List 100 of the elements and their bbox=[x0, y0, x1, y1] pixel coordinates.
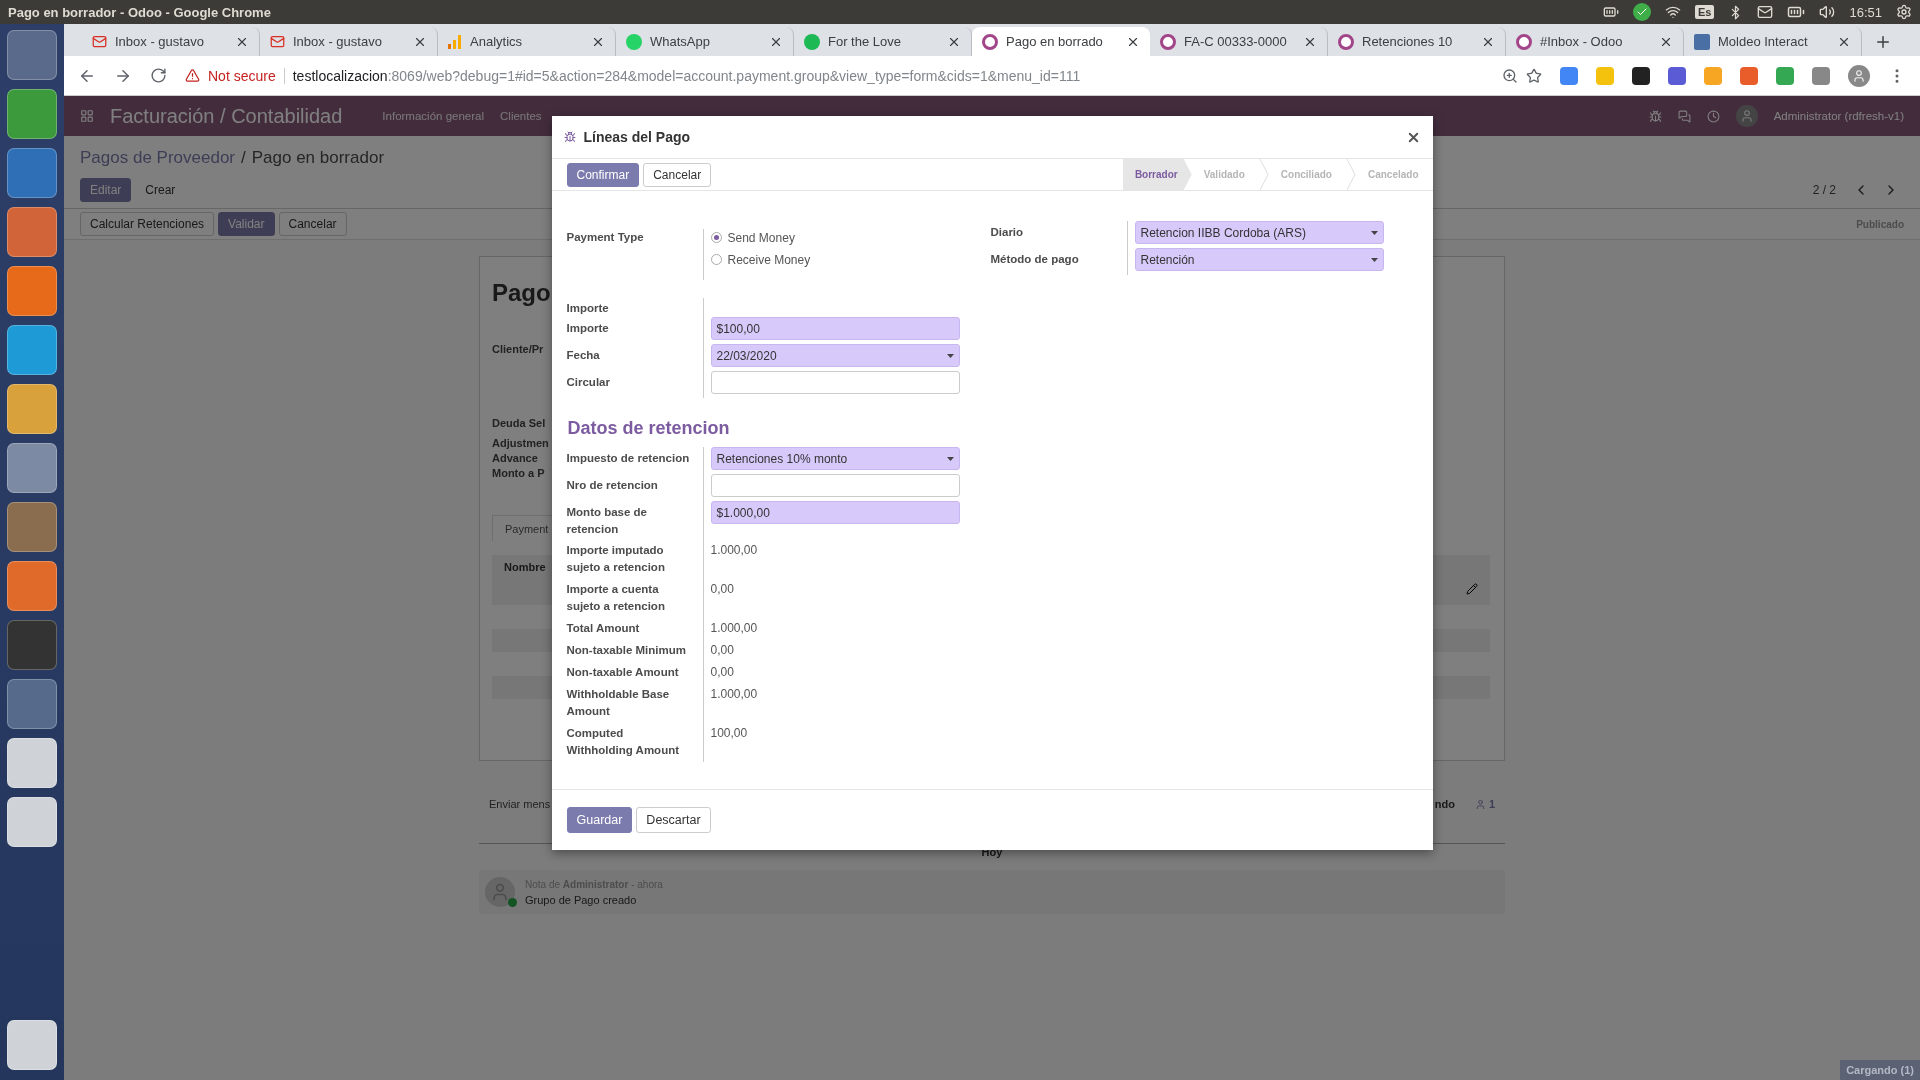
dialog-button[interactable]: Confirmar bbox=[566, 162, 640, 187]
page-icon bbox=[1694, 33, 1710, 50]
app-title: Facturación / Contabilidad bbox=[110, 104, 343, 128]
chat-icon[interactable] bbox=[1677, 109, 1691, 123]
select-field[interactable]: Retención bbox=[1134, 248, 1384, 271]
radio-label[interactable]: Receive Money bbox=[727, 252, 811, 267]
column-header: Nombre bbox=[504, 561, 546, 575]
clock-icon[interactable] bbox=[1706, 109, 1720, 123]
settings-icon[interactable] bbox=[1896, 4, 1912, 20]
avatar-icon bbox=[485, 877, 515, 907]
radio-button[interactable] bbox=[710, 254, 722, 265]
user-avatar-icon[interactable] bbox=[1735, 105, 1758, 127]
field-label: Total Amount bbox=[566, 621, 641, 636]
wifi-icon[interactable] bbox=[1665, 4, 1681, 20]
message-body: Grupo de Pago creado bbox=[525, 893, 638, 906]
field-value: 100,00 bbox=[710, 725, 749, 742]
select-field[interactable]: Retencion IIBB Cordoba (ARS) bbox=[1134, 221, 1384, 244]
group-heading: Importe bbox=[566, 301, 610, 316]
ring-icon bbox=[1160, 33, 1176, 50]
field-value: 0,00 bbox=[710, 642, 735, 659]
field-label: Deuda Sel bbox=[492, 417, 546, 429]
field-label: Computed Withholding Amount bbox=[566, 726, 681, 758]
field-label: Advance bbox=[492, 452, 538, 464]
input-field[interactable] bbox=[710, 371, 960, 394]
field-label: Monto base de retencion bbox=[566, 505, 648, 537]
field-label: Adjustmen bbox=[492, 437, 549, 449]
field-label: Importe imputado sujeto a retencion bbox=[566, 543, 666, 575]
caret-icon bbox=[1370, 230, 1378, 235]
dialog-button[interactable]: Guardar bbox=[566, 807, 633, 833]
caret-icon bbox=[946, 353, 954, 358]
mail-icon[interactable] bbox=[1757, 4, 1774, 20]
pencil-icon[interactable] bbox=[1466, 583, 1478, 595]
field-label: Circular bbox=[566, 375, 611, 390]
section-heading: Datos de retencion bbox=[567, 418, 731, 439]
reload-icon[interactable] bbox=[150, 67, 167, 84]
field-label: Impuesto de retencion bbox=[566, 451, 691, 466]
loading-indicator: Cargando (1) bbox=[1840, 1060, 1920, 1080]
field-label: Monto a P bbox=[492, 467, 545, 479]
record-title: Pago bbox=[492, 279, 552, 307]
music-icon bbox=[804, 33, 820, 50]
field-label: Método de pago bbox=[990, 252, 1080, 267]
send-message-link[interactable]: Enviar mens bbox=[489, 798, 551, 810]
dialog-button[interactable]: Descartar bbox=[636, 807, 711, 833]
security-label[interactable]: Not secure bbox=[208, 67, 276, 84]
field-label: Withholdable Base Amount bbox=[566, 687, 671, 719]
select-field[interactable]: 22/03/2020 bbox=[710, 344, 960, 367]
field-value: 0,00 bbox=[710, 581, 735, 598]
field-label: Non-taxable Minimum bbox=[566, 643, 687, 658]
dialog-button[interactable]: Cancelar bbox=[643, 162, 712, 187]
mail-icon bbox=[92, 34, 107, 49]
apps-menu-icon[interactable] bbox=[80, 109, 94, 123]
field-label: Payment Type bbox=[566, 230, 645, 245]
new-tab-icon[interactable] bbox=[1874, 33, 1892, 51]
zoom-icon[interactable] bbox=[1502, 67, 1518, 84]
radio-button[interactable] bbox=[710, 232, 722, 243]
input-field[interactable]: $1.000,00 bbox=[710, 501, 960, 524]
field-label: Diario bbox=[990, 225, 1025, 240]
extension-icon[interactable] bbox=[1632, 66, 1650, 85]
launcher-app-icon[interactable] bbox=[7, 620, 57, 670]
field-label: Nro de retencion bbox=[566, 478, 659, 493]
check-icon[interactable] bbox=[1633, 3, 1651, 21]
field-label: Non-taxable Amount bbox=[566, 665, 680, 680]
keyboard-layout-indicator[interactable]: Es bbox=[1695, 5, 1715, 19]
field-label: Importe bbox=[566, 321, 610, 336]
input-field[interactable]: $100,00 bbox=[710, 317, 960, 340]
mail-icon bbox=[270, 34, 285, 49]
follow-link[interactable]: ndo bbox=[1434, 798, 1455, 810]
field-value: 1.000,00 bbox=[710, 542, 759, 559]
profile-avatar-icon[interactable] bbox=[1848, 64, 1870, 87]
status-stage[interactable]: Borrador bbox=[1122, 159, 1192, 190]
bug-icon bbox=[563, 131, 576, 143]
ring-icon bbox=[1516, 33, 1532, 50]
ring-icon bbox=[982, 33, 998, 50]
dialog-title: Líneas del Pago bbox=[583, 129, 691, 145]
breadcrumb-separator: / bbox=[241, 148, 246, 168]
bookmark-star-icon[interactable] bbox=[1526, 67, 1542, 84]
field-value: 1.000,00 bbox=[710, 620, 759, 637]
field-label: Fecha bbox=[566, 348, 601, 363]
select-field[interactable]: Retenciones 10% monto bbox=[710, 447, 960, 470]
clock-text[interactable]: 16:51 bbox=[1849, 4, 1882, 20]
panel-button[interactable]: Crear bbox=[135, 178, 186, 202]
caret-icon bbox=[1370, 257, 1378, 262]
field-value: 0,00 bbox=[710, 664, 735, 681]
action-button[interactable]: Cancelar bbox=[278, 212, 347, 236]
field-label: Cliente/Pr bbox=[492, 343, 544, 355]
caret-icon bbox=[946, 456, 954, 461]
radio-label[interactable]: Send Money bbox=[727, 230, 795, 245]
bug-icon[interactable] bbox=[1648, 109, 1662, 123]
breadcrumb-current: Pago en borrador bbox=[251, 148, 385, 168]
field-label: Importe a cuenta sujeto a retencion bbox=[566, 582, 666, 614]
url-text[interactable]: testlocalizacion:8069/web?debug=1#id=5&action=284&model=account.payment.group&view_type=form&cids=1&menu_id=111 bbox=[283, 67, 1081, 84]
chat-bubble-icon bbox=[626, 33, 642, 50]
bar-chart-icon bbox=[448, 34, 462, 49]
input-field[interactable] bbox=[710, 474, 960, 497]
window-title: Pago en borrador - Odoo - Google Chrome bbox=[8, 4, 271, 20]
field-value: 1.000,00 bbox=[710, 686, 759, 703]
warning-icon bbox=[185, 68, 200, 83]
volume-icon[interactable] bbox=[1819, 4, 1836, 20]
action-button[interactable]: Calcular Retenciones bbox=[80, 212, 215, 236]
browser-tab[interactable]: Pago en borrado bbox=[972, 27, 1150, 56]
